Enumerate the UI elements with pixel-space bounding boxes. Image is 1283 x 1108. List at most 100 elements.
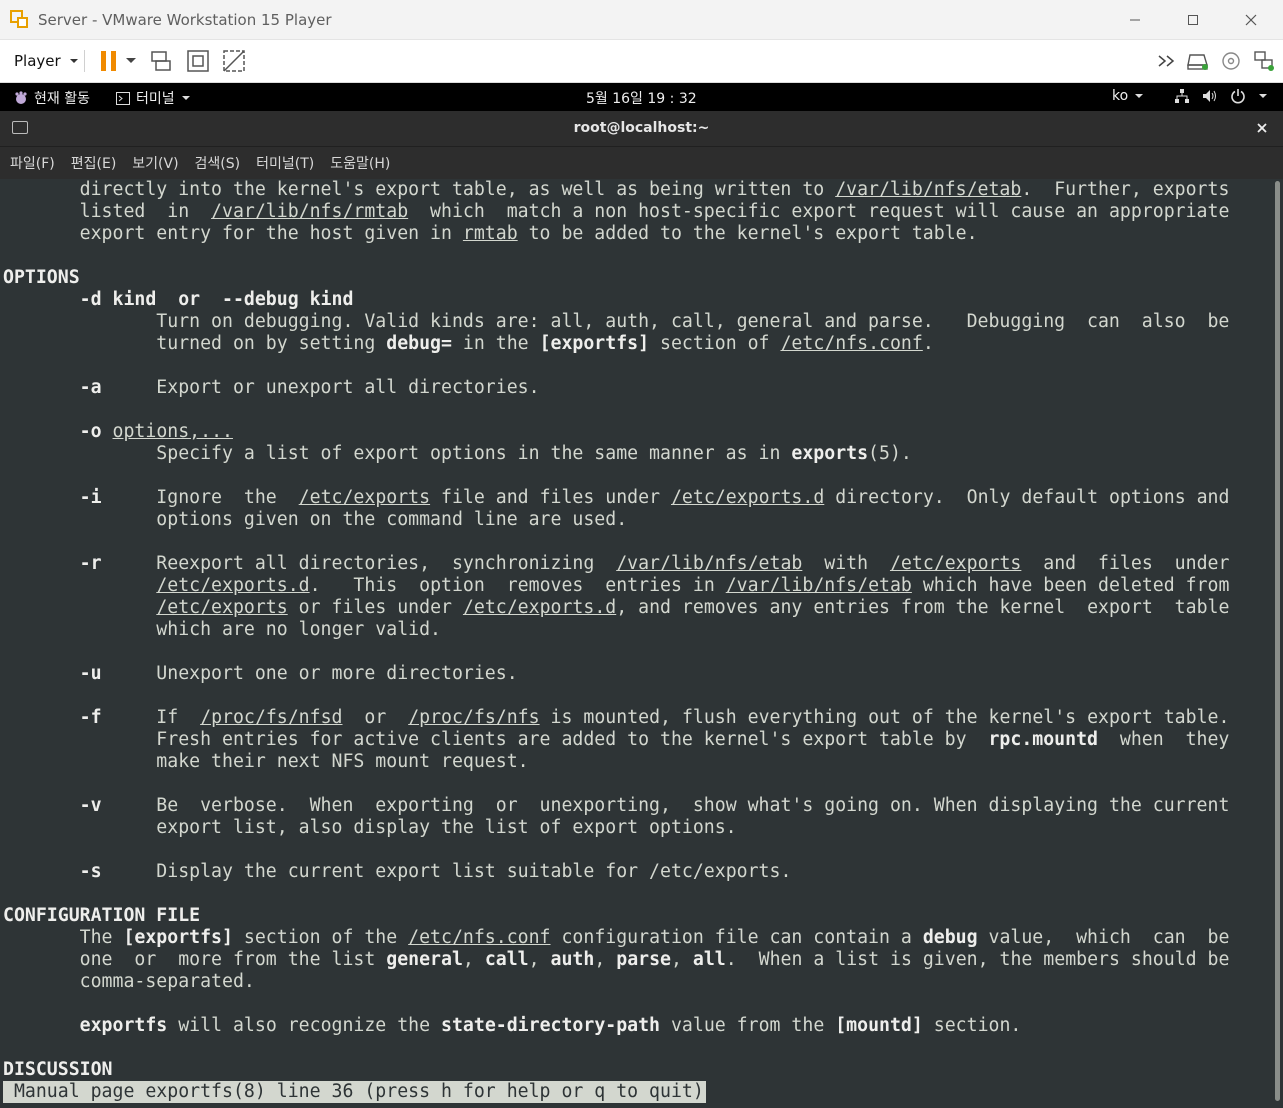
more-devices-button[interactable] bbox=[1156, 48, 1178, 74]
menu-edit[interactable]: 편집(E) bbox=[71, 153, 117, 173]
text-segment: /etc/exports.d bbox=[670, 487, 825, 508]
text-segment: rmtab bbox=[462, 223, 518, 244]
minimize-icon bbox=[1130, 19, 1140, 21]
player-menu-label: Player bbox=[14, 52, 61, 70]
text-segment: /var/lib/nfs/etab bbox=[835, 179, 1022, 200]
menu-file[interactable]: 파일(F) bbox=[10, 153, 55, 173]
chevron-down-icon bbox=[126, 58, 136, 63]
terminal-line: Specify a list of export options in the … bbox=[3, 443, 1229, 465]
clock-button[interactable]: 5월 16일 19 : 32 bbox=[586, 88, 697, 108]
text-segment bbox=[3, 487, 80, 508]
text-segment bbox=[3, 597, 156, 618]
text-segment: turned on by setting bbox=[3, 333, 387, 354]
text-segment: Reexport all directories, synchronizing bbox=[101, 553, 617, 574]
text-segment: which have been deleted from bbox=[911, 575, 1230, 596]
cd-device-button[interactable] bbox=[1220, 48, 1242, 74]
text-segment: [mountd] bbox=[835, 1015, 923, 1036]
terminal-line: export entry for the host given in rmtab… bbox=[3, 223, 1229, 245]
text-segment: one or more from the list bbox=[3, 949, 387, 970]
system-menu-button[interactable] bbox=[1174, 88, 1268, 104]
close-window-button[interactable] bbox=[1222, 0, 1280, 40]
window-title: Server - VMware Workstation 15 Player bbox=[38, 11, 332, 29]
text-segment: -u bbox=[79, 663, 102, 684]
terminal-line: turned on by setting debug= in the [expo… bbox=[3, 333, 1229, 355]
terminal-line: comma-separated. bbox=[3, 971, 1229, 993]
text-segment: value, which can be bbox=[977, 927, 1230, 948]
network-device-button[interactable] bbox=[1252, 48, 1276, 74]
terminal-line: -r Reexport all directories, synchronizi… bbox=[3, 553, 1230, 575]
send-ctrl-alt-del-button[interactable] bbox=[147, 48, 175, 74]
menu-view[interactable]: 보기(V) bbox=[132, 153, 178, 173]
menu-help[interactable]: 도움말(H) bbox=[330, 153, 390, 173]
close-icon bbox=[1257, 123, 1267, 133]
chevron-down-icon bbox=[1259, 94, 1267, 98]
text-segment: comma-separated. bbox=[3, 971, 255, 992]
text-segment: /etc/exports bbox=[156, 597, 288, 618]
input-method-button[interactable]: ko bbox=[1112, 88, 1144, 104]
text-segment: file and files under bbox=[430, 487, 671, 508]
vmware-toolbar: Player bbox=[0, 40, 1283, 83]
volume-icon bbox=[1203, 90, 1216, 102]
text-segment: DISCUSSION bbox=[3, 1059, 113, 1080]
text-segment: [exportfs] bbox=[123, 927, 233, 948]
power-icon bbox=[1231, 89, 1245, 104]
send-keys-icon bbox=[151, 51, 171, 71]
clock-label: 5월 16일 19 : 32 bbox=[586, 91, 697, 107]
text-segment bbox=[3, 575, 156, 596]
text-segment: -r bbox=[79, 553, 102, 574]
terminal-line: -o options,... bbox=[3, 421, 1229, 443]
terminal-scrollbar[interactable] bbox=[1272, 179, 1283, 1108]
fullscreen-icon bbox=[187, 50, 209, 72]
terminal-line: The [exportfs] section of the /etc/nfs.c… bbox=[3, 927, 1230, 949]
input-method-label: ko bbox=[1112, 88, 1129, 104]
activities-button[interactable]: 현재 활동 bbox=[14, 88, 90, 108]
maximize-button[interactable] bbox=[1164, 0, 1222, 40]
text-segment: section of bbox=[649, 333, 781, 354]
terminal-title: root@localhost:~ bbox=[573, 120, 710, 136]
vmware-titlebar: Server - VMware Workstation 15 Player bbox=[0, 0, 1283, 40]
minimize-button[interactable] bbox=[1106, 0, 1164, 40]
text-segment: (5). bbox=[868, 443, 912, 464]
text-segment: /etc/exports.d bbox=[156, 575, 310, 596]
text-segment bbox=[3, 289, 80, 310]
terminal-content[interactable]: directly into the kernel's export table,… bbox=[0, 179, 1272, 1108]
text-segment: /etc/exports bbox=[298, 487, 431, 508]
pause-icon bbox=[101, 51, 116, 71]
pause-button[interactable] bbox=[96, 48, 140, 74]
text-segment: export entry for the host given in bbox=[3, 223, 463, 244]
text-segment: in the bbox=[451, 333, 540, 354]
unity-button[interactable] bbox=[220, 48, 248, 74]
text-segment bbox=[3, 707, 80, 728]
app-menu-button[interactable]: 터미널 bbox=[116, 88, 191, 108]
full-screen-button[interactable] bbox=[184, 48, 212, 74]
text-segment: options,... bbox=[112, 421, 233, 442]
text-segment: Fresh entries for active clients are add… bbox=[3, 729, 989, 750]
text-segment: . When a list is given, the members shou… bbox=[725, 949, 1230, 970]
terminal-line: /etc/exports or files under /etc/exports… bbox=[3, 597, 1229, 619]
gnome-top-bar: 현재 활동 터미널 5월 16일 19 : 32 ko bbox=[0, 83, 1283, 111]
terminal-line: -s Display the current export list suita… bbox=[3, 861, 1229, 883]
scrollbar-thumb[interactable] bbox=[1275, 181, 1280, 1101]
text-segment bbox=[3, 1015, 80, 1036]
text-segment: value from the bbox=[660, 1015, 836, 1036]
hard-disk-device-button[interactable] bbox=[1186, 48, 1210, 74]
text-segment: auth bbox=[550, 949, 595, 970]
text-segment: /etc/nfs.conf bbox=[780, 333, 923, 354]
toolbar-divider bbox=[84, 50, 85, 72]
menu-terminal[interactable]: 터미널(T) bbox=[256, 153, 314, 173]
text-segment: -o bbox=[79, 421, 102, 442]
player-menu-button[interactable]: Player bbox=[8, 48, 85, 74]
text-segment bbox=[3, 663, 80, 684]
terminal-line: -u Unexport one or more directories. bbox=[3, 663, 1229, 685]
text-segment: options given on the command line are us… bbox=[3, 509, 628, 530]
text-segment bbox=[3, 861, 80, 882]
double-chevron-right-icon bbox=[1158, 55, 1175, 67]
text-segment: parse bbox=[616, 949, 671, 970]
text-segment: or files under bbox=[287, 597, 463, 618]
menu-search[interactable]: 검색(S) bbox=[195, 153, 241, 173]
terminal-close-button[interactable] bbox=[1256, 119, 1268, 138]
hard-disk-icon bbox=[1187, 54, 1208, 70]
